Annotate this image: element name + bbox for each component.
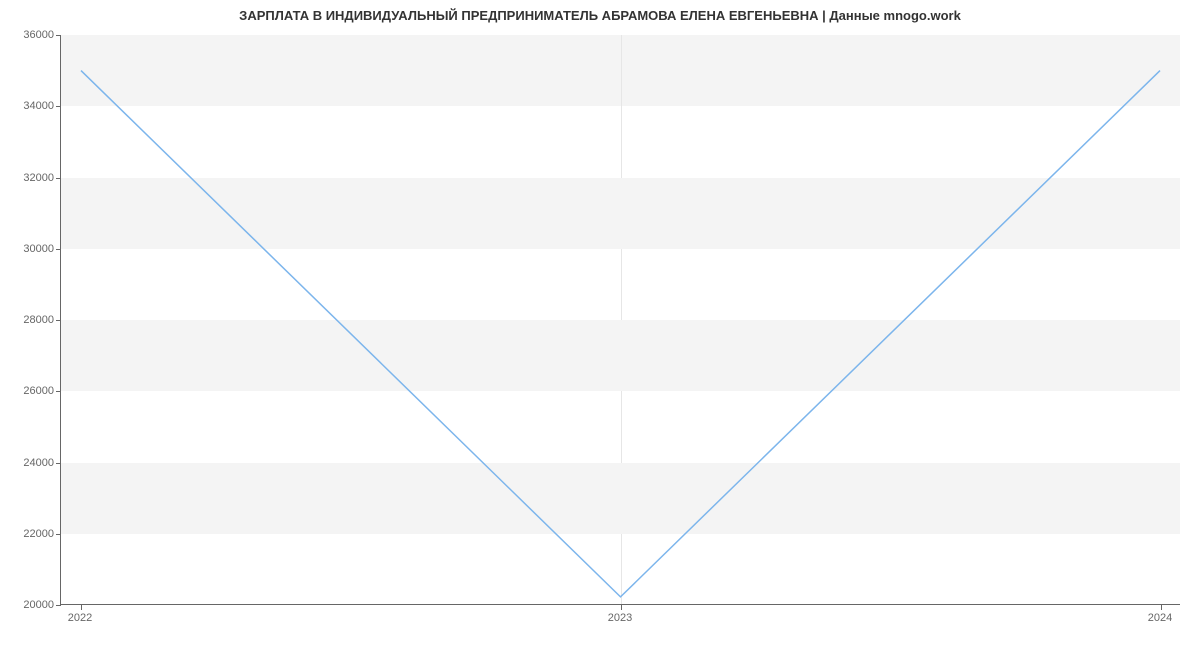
y-tick-mark [56, 534, 61, 535]
y-tick-mark [56, 178, 61, 179]
y-tick-label: 36000 [4, 29, 54, 41]
y-tick-mark [56, 35, 61, 36]
plot-area [60, 35, 1180, 605]
chart-title: ЗАРПЛАТА В ИНДИВИДУАЛЬНЫЙ ПРЕДПРИНИМАТЕЛ… [0, 8, 1200, 23]
y-tick-label: 28000 [4, 314, 54, 326]
y-tick-mark [56, 320, 61, 321]
x-tick-mark [1161, 605, 1162, 610]
y-tick-mark [56, 106, 61, 107]
series-line [81, 71, 1160, 597]
y-tick-label: 34000 [4, 100, 54, 112]
y-tick-label: 24000 [4, 457, 54, 469]
x-tick-label: 2024 [1148, 612, 1172, 624]
y-tick-mark [56, 391, 61, 392]
y-tick-label: 30000 [4, 243, 54, 255]
x-tick-mark [81, 605, 82, 610]
x-tick-label: 2023 [608, 612, 632, 624]
y-tick-mark [56, 463, 61, 464]
y-tick-mark [56, 249, 61, 250]
chart-container: ЗАРПЛАТА В ИНДИВИДУАЛЬНЫЙ ПРЕДПРИНИМАТЕЛ… [0, 0, 1200, 650]
line-series [61, 35, 1180, 604]
y-tick-label: 22000 [4, 528, 54, 540]
x-tick-mark [621, 605, 622, 610]
y-tick-label: 32000 [4, 172, 54, 184]
y-tick-label: 20000 [4, 599, 54, 611]
x-tick-label: 2022 [68, 612, 92, 624]
y-tick-mark [56, 605, 61, 606]
y-tick-label: 26000 [4, 385, 54, 397]
